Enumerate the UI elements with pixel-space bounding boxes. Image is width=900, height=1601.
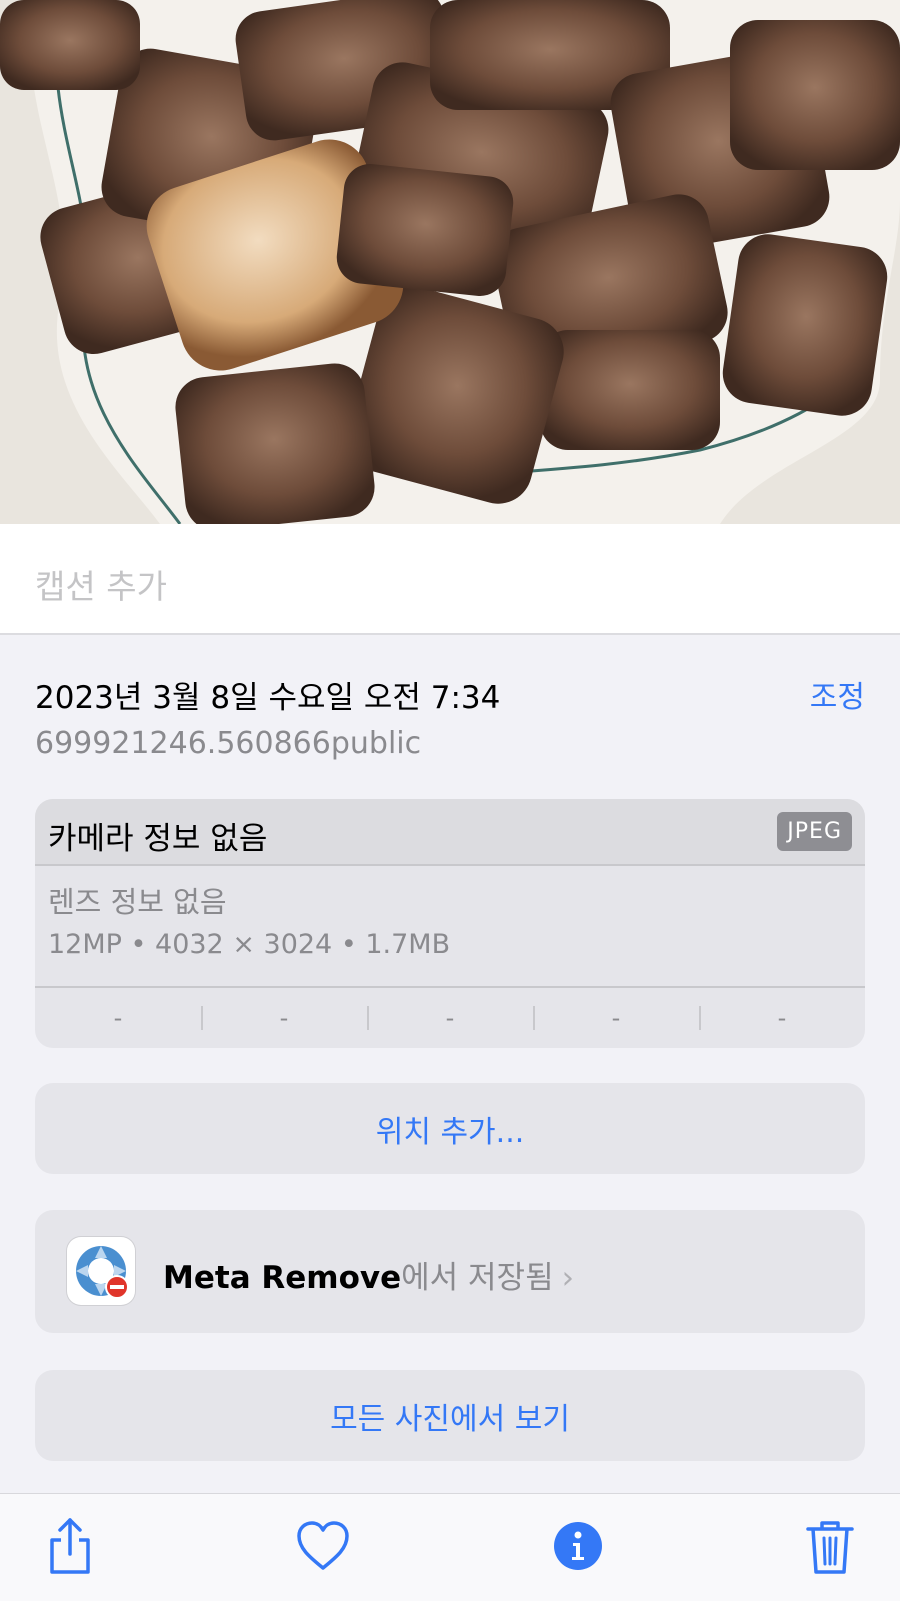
delete-button[interactable] (800, 1516, 860, 1576)
caption-field[interactable]: 캡션 추가 (0, 524, 900, 635)
caption-placeholder: 캡션 추가 (35, 567, 167, 606)
source-app-name: Meta Remove (163, 1260, 402, 1296)
source-app-row[interactable]: Meta Remove에서 저장됨 › (35, 1210, 865, 1333)
info-icon (554, 1522, 602, 1570)
exif-shutter: - (699, 988, 865, 1048)
exif-iso: - (113, 1004, 123, 1032)
exif-focal-length: - (201, 988, 367, 1048)
camera-title: 카메라 정보 없음 (48, 821, 268, 857)
heart-icon (297, 1521, 349, 1570)
photo-preview[interactable] (0, 0, 900, 524)
exif-aperture: - (533, 988, 699, 1048)
format-badge: JPEG (777, 812, 852, 851)
adjust-button[interactable]: 조정 (810, 672, 865, 716)
meta-remove-app-icon (67, 1237, 135, 1305)
exif-exposure: - (367, 988, 533, 1048)
show-in-all-photos-button[interactable]: 모든 사진에서 보기 (35, 1370, 865, 1461)
source-app-text: Meta Remove에서 저장됨 › (163, 1252, 574, 1297)
image-specs: 12MP • 4032 × 3024 • 1.7MB (48, 929, 451, 960)
favorite-button[interactable] (293, 1516, 353, 1576)
source-app-suffix: 에서 저장됨 (401, 1260, 554, 1296)
photo-filename: 699921246.560866public (35, 726, 422, 761)
info-button[interactable] (548, 1516, 608, 1576)
exif-row: - - - - - (35, 986, 865, 1048)
trash-icon (806, 1521, 854, 1574)
bottom-toolbar (0, 1493, 900, 1601)
add-location-button[interactable]: 위치 추가... (35, 1083, 865, 1174)
show-in-all-photos-label: 모든 사진에서 보기 (330, 1401, 570, 1437)
chevron-right-icon: › (561, 1260, 575, 1296)
share-button[interactable] (40, 1516, 100, 1576)
photo-datetime: 2023년 3월 8일 수요일 오전 7:34 (35, 680, 501, 716)
camera-info-card: 카메라 정보 없음 JPEG 렌즈 정보 없음 12MP • 4032 × 30… (35, 799, 865, 1048)
camera-header: 카메라 정보 없음 JPEG (35, 799, 865, 866)
share-icon (50, 1518, 90, 1574)
add-location-label: 위치 추가... (375, 1114, 525, 1150)
lens-info: 렌즈 정보 없음 (48, 885, 227, 919)
